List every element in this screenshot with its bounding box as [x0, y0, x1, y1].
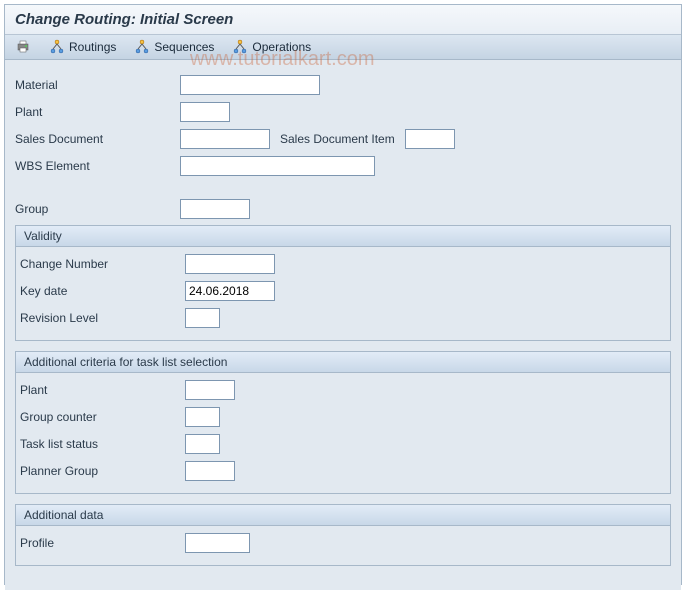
profile-input[interactable]	[185, 533, 250, 553]
plant-input[interactable]	[180, 102, 230, 122]
key-date-input[interactable]	[185, 281, 275, 301]
validity-header: Validity	[16, 226, 670, 247]
planner-group-label: Planner Group	[20, 464, 185, 478]
revision-level-label: Revision Level	[20, 311, 185, 325]
change-number-input[interactable]	[185, 254, 275, 274]
routings-button[interactable]: Routings	[49, 39, 116, 55]
page-title: Change Routing: Initial Screen	[15, 11, 233, 28]
title-bar: Change Routing: Initial Screen	[5, 5, 681, 34]
sequences-button[interactable]: Sequences	[134, 39, 214, 55]
additional-criteria-header: Additional criteria for task list select…	[16, 352, 670, 373]
sales-document-label: Sales Document	[15, 132, 180, 146]
revision-level-input[interactable]	[185, 308, 220, 328]
validity-groupbox: Validity Change Number Key date Revision…	[15, 225, 671, 341]
additional-data-header: Additional data	[16, 505, 670, 526]
ac-plant-input[interactable]	[185, 380, 235, 400]
sales-document-item-input[interactable]	[405, 129, 455, 149]
wbs-element-label: WBS Element	[15, 159, 180, 173]
key-date-label: Key date	[20, 284, 185, 298]
group-input[interactable]	[180, 199, 250, 219]
sales-document-item-label: Sales Document Item	[280, 132, 395, 146]
additional-data-groupbox: Additional data Profile	[15, 504, 671, 566]
sales-document-input[interactable]	[180, 129, 270, 149]
hierarchy-icon	[49, 39, 65, 55]
main-window: Change Routing: Initial Screen	[4, 4, 682, 585]
plant-label: Plant	[15, 105, 180, 119]
operations-label: Operations	[252, 40, 311, 54]
sequences-label: Sequences	[154, 40, 214, 54]
additional-criteria-groupbox: Additional criteria for task list select…	[15, 351, 671, 494]
group-counter-label: Group counter	[20, 410, 185, 424]
hierarchy-icon	[232, 39, 248, 55]
routings-label: Routings	[69, 40, 116, 54]
group-counter-input[interactable]	[185, 407, 220, 427]
ac-plant-label: Plant	[20, 383, 185, 397]
change-number-label: Change Number	[20, 257, 185, 271]
planner-group-input[interactable]	[185, 461, 235, 481]
material-label: Material	[15, 78, 180, 92]
task-list-status-input[interactable]	[185, 434, 220, 454]
group-label: Group	[15, 202, 180, 216]
hierarchy-icon	[134, 39, 150, 55]
print-icon	[15, 39, 31, 55]
wbs-element-input[interactable]	[180, 156, 375, 176]
toolbar: Routings Sequences	[5, 34, 681, 60]
material-input[interactable]	[180, 75, 320, 95]
print-button[interactable]	[15, 39, 31, 55]
profile-label: Profile	[20, 536, 185, 550]
form-area: Material Plant Sales Document Sales Docu…	[5, 60, 681, 590]
operations-button[interactable]: Operations	[232, 39, 311, 55]
task-list-status-label: Task list status	[20, 437, 185, 451]
